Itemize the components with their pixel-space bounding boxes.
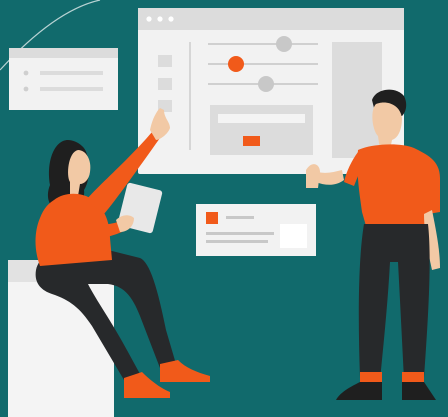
sidebar-block <box>158 55 172 67</box>
illustration-scene <box>0 0 448 417</box>
sidebar-block <box>158 78 172 90</box>
circle-knob-icon <box>258 76 274 92</box>
small-list-window <box>9 48 118 110</box>
circle-knob-icon <box>276 36 292 52</box>
small-content-card <box>196 204 316 256</box>
three-dots-icon <box>146 16 174 22</box>
circle-knob-icon <box>228 56 244 72</box>
toggle-switch-icon <box>243 136 260 146</box>
inner-card <box>210 105 313 155</box>
